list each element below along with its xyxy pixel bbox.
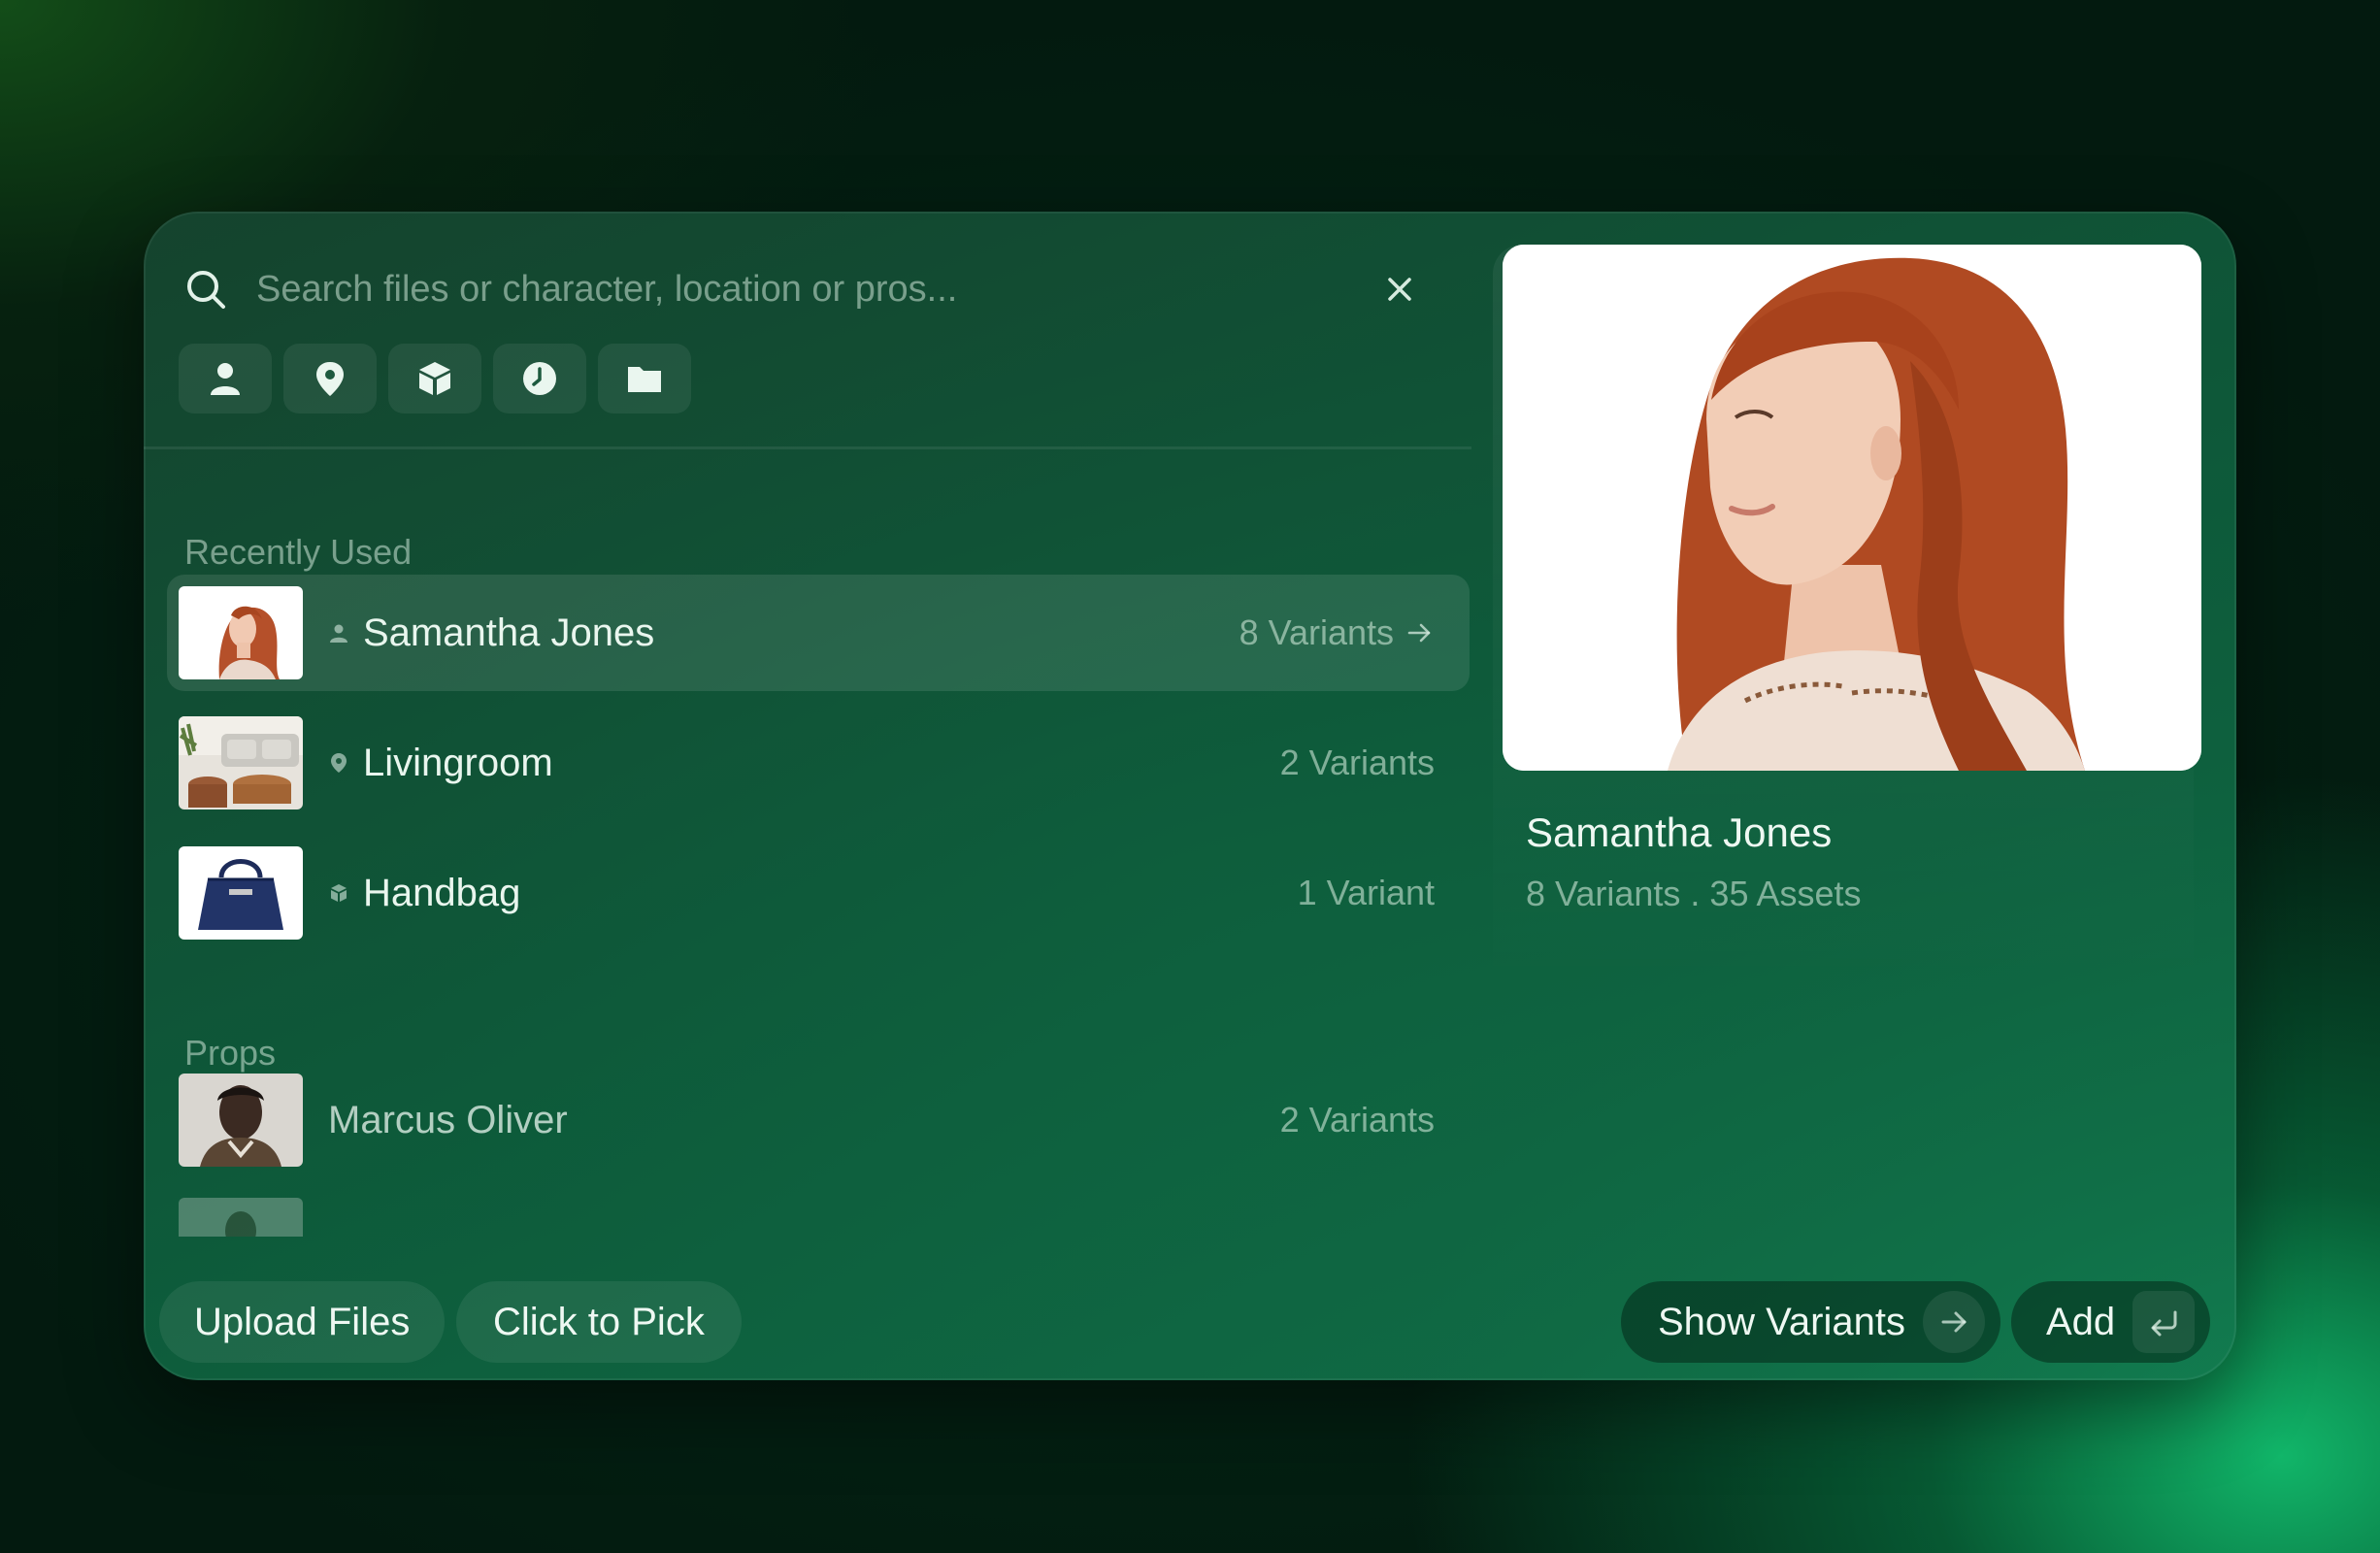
close-icon[interactable] <box>1380 270 1419 309</box>
search-icon <box>187 271 225 309</box>
variant-count: 2 Variants <box>1280 1100 1435 1140</box>
recent-section-title: Recently Used <box>184 532 413 572</box>
filter-locations-button[interactable] <box>283 344 377 413</box>
variant-count-text: 1 Variant <box>1297 873 1435 912</box>
thumbnail <box>179 716 303 810</box>
cube-icon <box>419 362 450 395</box>
variant-count: 1 Variant <box>1298 873 1435 913</box>
divider <box>144 446 1471 449</box>
list-item-handbag[interactable]: Handbag 1 Variant <box>167 835 1470 951</box>
filter-files-button[interactable] <box>598 344 691 413</box>
preview-title: Samantha Jones <box>1526 810 1833 855</box>
list-item-marcus-oliver[interactable]: Marcus Oliver 2 Variants <box>167 1062 1470 1178</box>
thumbnail <box>179 1074 303 1167</box>
search-column: Recently Used Samantha Jones 8 Variant <box>144 212 1471 1380</box>
click-to-pick-button[interactable]: Click to Pick <box>456 1281 742 1363</box>
thumbnail <box>179 846 303 940</box>
preview-pane: Samantha Jones 8 Variants . 35 Assets <box>1493 245 2201 1312</box>
show-variants-button[interactable]: Show Variants <box>1621 1281 2000 1363</box>
variant-count-text: 8 Variants <box>1239 612 1394 652</box>
item-name: Livingroom <box>363 741 553 784</box>
location-pin-icon <box>316 362 344 396</box>
person-icon <box>211 363 240 395</box>
search-input[interactable] <box>254 257 1380 321</box>
list-item-livingroom[interactable]: Livingroom 2 Variants <box>167 705 1470 821</box>
enter-icon <box>2151 1310 2177 1337</box>
variant-count: 8 Variants <box>1240 612 1435 653</box>
enter-key-badge <box>2132 1291 2196 1353</box>
upload-files-button[interactable]: Upload Files <box>159 1281 446 1363</box>
person-icon <box>330 624 347 643</box>
filter-recent-button[interactable] <box>493 344 586 413</box>
add-label: Add <box>2046 1300 2116 1343</box>
clock-icon <box>523 362 556 395</box>
variant-count-text: 2 Variants <box>1279 743 1435 782</box>
list-item-samantha-jones[interactable]: Samantha Jones 8 Variants <box>167 575 1470 691</box>
arrow-right-icon <box>1941 1311 1967 1333</box>
filter-characters-button[interactable] <box>179 344 272 413</box>
click-to-pick-label: Click to Pick <box>493 1300 705 1343</box>
variant-count-text: 2 Variants <box>1279 1100 1435 1140</box>
cube-icon <box>331 884 347 902</box>
upload-files-label: Upload Files <box>194 1300 411 1343</box>
search-bar <box>182 254 1444 324</box>
show-variants-label: Show Variants <box>1658 1300 1905 1343</box>
item-name: Marcus Oliver <box>328 1098 568 1141</box>
thumbnail <box>179 586 303 679</box>
preview-image <box>1503 245 2201 771</box>
item-name: Handbag <box>363 871 521 914</box>
preview-meta: 8 Variants . 35 Assets <box>1526 874 1862 913</box>
add-button[interactable]: Add <box>2011 1281 2211 1363</box>
folder-icon <box>628 367 661 392</box>
item-name: Samantha Jones <box>363 611 655 654</box>
filter-bar <box>179 344 691 413</box>
list-item-partial <box>179 1198 303 1237</box>
variant-count: 2 Variants <box>1280 743 1435 783</box>
filter-props-button[interactable] <box>388 344 481 413</box>
asset-picker-panel: Recently Used Samantha Jones 8 Variant <box>144 212 2236 1380</box>
arrow-key-badge <box>1922 1291 1985 1353</box>
location-pin-icon <box>331 753 347 773</box>
arrow-right-icon <box>1407 623 1431 643</box>
